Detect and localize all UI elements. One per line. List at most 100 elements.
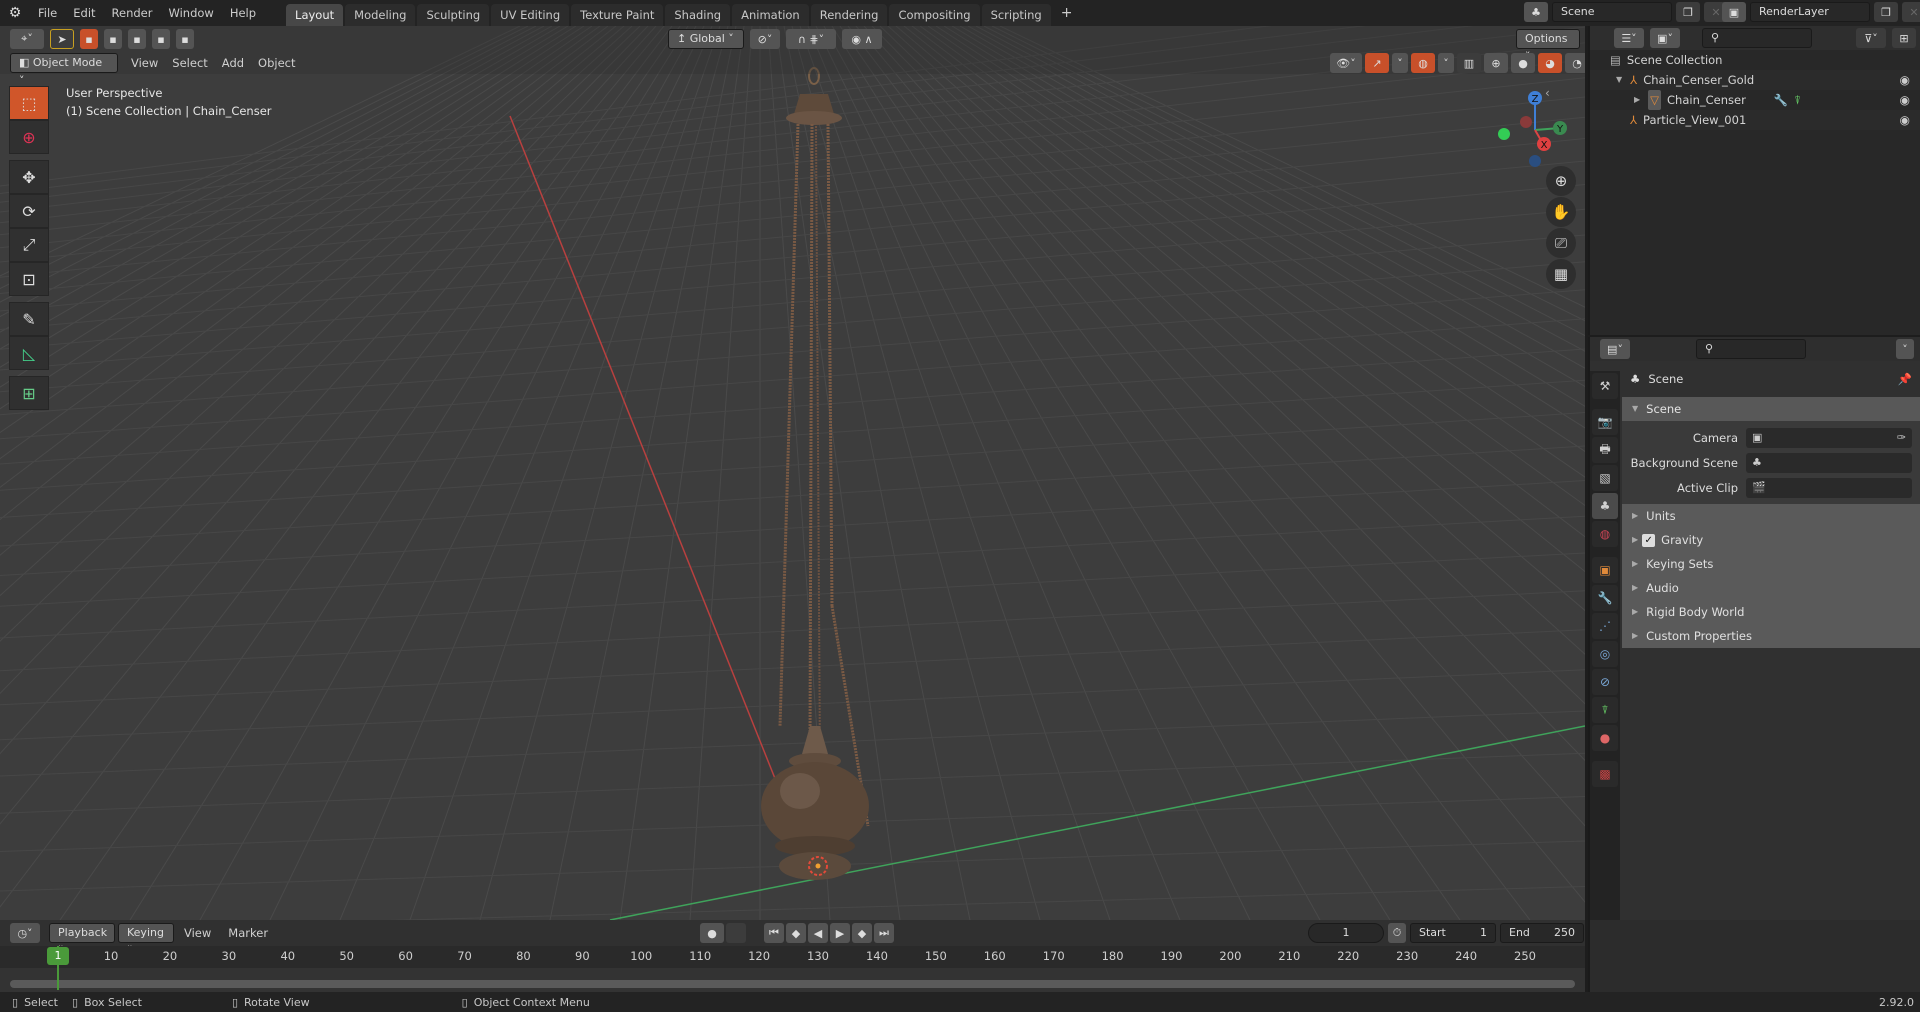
tool-add-cube[interactable]: ⊞ (9, 376, 49, 410)
tab-tool[interactable]: ⚒ (1592, 373, 1618, 399)
new-view-layer-icon[interactable]: ❐ (1874, 2, 1898, 22)
tool-cursor[interactable]: ⊕ (9, 120, 49, 154)
gizmo-toggle-icon[interactable]: ↗ (1365, 53, 1389, 73)
gizmo-dropdown-icon[interactable]: ˅ (1392, 53, 1408, 73)
timeline-ruler[interactable]: 10 20 30 40 50 60 70 80 90 100 110 120 130 140 150 160 1… (0, 946, 1585, 968)
tab-object[interactable]: ▣ (1592, 557, 1618, 583)
end-frame-field[interactable]: End 250 (1500, 923, 1584, 943)
menu-file[interactable]: File (30, 0, 65, 26)
select-intersect-icon[interactable]: ▪ (176, 29, 194, 49)
menu-render[interactable]: Render (104, 0, 161, 26)
shading-solid-icon[interactable]: ● (1511, 53, 1535, 73)
tab-compositing[interactable]: Compositing (889, 4, 980, 26)
delete-view-layer-icon[interactable]: ✕ (1902, 2, 1920, 22)
panel-keying-sets[interactable]: ▶ Keying Sets (1622, 552, 1920, 576)
preview-range-icon[interactable]: ⏱ (1388, 923, 1406, 943)
modifier-wrench-icon[interactable]: 🔧 (1774, 90, 1788, 110)
pivot-point-icon[interactable]: ⊘˅ (750, 29, 780, 49)
chain-censer-object[interactable] (740, 66, 900, 906)
zoom-view-icon[interactable]: ⊕ (1546, 166, 1576, 196)
outliner-item[interactable]: ⅄ Particle_View_001 ◉ (1590, 110, 1920, 130)
eyedropper-icon[interactable]: ✑ (1897, 431, 1906, 444)
tab-modifiers[interactable]: 🔧 (1592, 585, 1618, 611)
select-new-icon[interactable]: ▪ (80, 29, 98, 49)
select-extend-icon[interactable]: ▪ (104, 29, 122, 49)
menu-window[interactable]: Window (160, 0, 221, 26)
jump-start-icon[interactable]: ⏮ (764, 923, 784, 943)
outliner-search-input[interactable]: ⚲ (1702, 28, 1812, 48)
tab-texture[interactable]: ▩ (1592, 761, 1618, 787)
tool-transform[interactable]: ⊡ (9, 262, 49, 296)
gravity-checkbox[interactable]: ✓ (1642, 533, 1656, 547)
viewport-menu-view[interactable]: View (124, 56, 165, 70)
play-icon[interactable]: ▶ (830, 923, 850, 943)
shading-wireframe-icon[interactable]: ⊕ (1484, 53, 1508, 73)
panel-scene-header[interactable]: ▼ Scene (1622, 397, 1920, 421)
tab-scripting[interactable]: Scripting (981, 4, 1051, 26)
3d-viewport[interactable]: ⌖˅ ➤ ▪ ▪ ▪ ▪ ▪ ↥ Global ˅ ⊘˅ ∩ ⋕˅ ◉ ∧ Op… (0, 26, 1585, 920)
menu-help[interactable]: Help (222, 0, 264, 26)
keying-dropdown[interactable]: Keying ˅ (118, 923, 174, 957)
select-subtract-icon[interactable]: ▪ (128, 29, 146, 49)
playhead-frame-badge[interactable]: 1 (47, 947, 69, 965)
timeline-body[interactable] (0, 968, 1585, 992)
select-tool-mode-icon[interactable]: ➤ (50, 29, 74, 49)
shading-material-icon[interactable]: ◕ (1538, 53, 1562, 73)
overlays-dropdown-icon[interactable]: ˅ (1438, 53, 1454, 73)
current-frame-field[interactable]: 1 (1308, 923, 1384, 943)
timeline-menu-marker[interactable]: Marker (221, 926, 275, 940)
tab-animation[interactable]: Animation (732, 4, 809, 26)
mesh-data-icon[interactable]: ⍒ (1794, 90, 1801, 110)
xray-toggle-icon[interactable]: ▥ (1457, 53, 1481, 73)
tab-rendering[interactable]: Rendering (810, 4, 888, 26)
tab-output[interactable]: 🖶 (1592, 437, 1618, 463)
jump-next-keyframe-icon[interactable]: ◆ (852, 923, 872, 943)
proportional-edit-icon[interactable]: ◉ ∧ (842, 29, 882, 49)
perspective-toggle-icon[interactable]: ▦ (1546, 259, 1576, 289)
snap-icon[interactable]: ∩ ⋕˅ (786, 29, 836, 49)
blender-logo-icon[interactable]: ⚙ (0, 5, 30, 21)
tab-physics[interactable]: ◎ (1592, 641, 1618, 667)
tab-particles[interactable]: ⋰ (1592, 613, 1618, 639)
scene-name-field[interactable]: Scene (1552, 2, 1672, 22)
outliner-root[interactable]: ▤ Scene Collection (1590, 50, 1920, 70)
panel-rigid-body-world[interactable]: ▶ Rigid Body World (1622, 600, 1920, 624)
tool-select-box[interactable]: ⬚ (9, 86, 49, 120)
properties-options-icon[interactable]: ˅ (1896, 339, 1914, 359)
record-keyframe-icon[interactable]: ● (700, 923, 724, 943)
new-collection-icon[interactable]: ⊞ (1892, 28, 1916, 48)
viewport-menu-select[interactable]: Select (165, 56, 214, 70)
object-mode-dropdown[interactable]: ◧ Object Mode ˅ (10, 53, 118, 87)
tool-annotate[interactable]: ✎ (9, 302, 49, 336)
tab-world[interactable]: ◍ (1592, 521, 1618, 547)
panel-gravity[interactable]: ▶ ✓ Gravity (1622, 528, 1920, 552)
sidebar-toggle-icon[interactable]: ‹ (1545, 86, 1550, 100)
tab-uv-editing[interactable]: UV Editing (491, 4, 570, 26)
tab-data[interactable]: ⍒ (1592, 697, 1618, 723)
visibility-eye-icon[interactable]: ◉ (1900, 90, 1910, 110)
start-frame-field[interactable]: Start 1 (1410, 923, 1496, 943)
tool-measure[interactable]: ◺ (9, 336, 49, 370)
tab-view-layer[interactable]: ▧ (1592, 465, 1618, 491)
outliner-item[interactable]: ▼ ⅄ Chain_Censer_Gold ◉ (1590, 70, 1920, 90)
viewport-menu-add[interactable]: Add (215, 56, 251, 70)
select-invert-icon[interactable]: ▪ (152, 29, 170, 49)
tool-rotate[interactable]: ⟳ (9, 194, 49, 228)
timeline-editor-type-icon[interactable]: ◷˅ (10, 923, 40, 943)
play-reverse-icon[interactable]: ◀ (808, 923, 828, 943)
expand-arrow-icon[interactable]: ▼ (1616, 70, 1622, 90)
tab-modeling[interactable]: Modeling (345, 4, 416, 26)
tab-texture-paint[interactable]: Texture Paint (571, 4, 664, 26)
outliner-display-mode-icon[interactable]: ☰˅ (1614, 28, 1644, 48)
active-clip-field[interactable]: 🎬 (1746, 477, 1912, 498)
scene-icon[interactable]: ♣ (1524, 2, 1548, 22)
shading-rendered-icon[interactable]: ◔ (1565, 53, 1585, 73)
properties-editor-type-icon[interactable]: ▤˅ (1600, 339, 1630, 359)
overlays-toggle-icon[interactable]: ◍ (1411, 53, 1435, 73)
menu-edit[interactable]: Edit (65, 0, 103, 26)
outliner-item[interactable]: ▶ ▽ Chain_Censer 🔧 ⍒ ◉ (1590, 90, 1920, 110)
jump-prev-keyframe-icon[interactable]: ◆ (786, 923, 806, 943)
tool-move[interactable]: ✥ (9, 160, 49, 194)
panel-custom-properties[interactable]: ▶ Custom Properties (1622, 624, 1920, 648)
pan-view-icon[interactable]: ✋ (1546, 197, 1576, 227)
